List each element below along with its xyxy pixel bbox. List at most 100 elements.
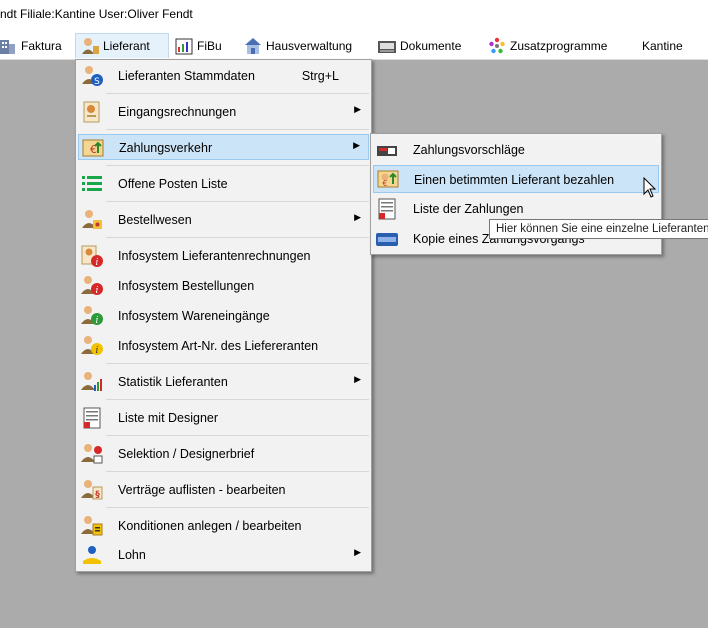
submenu-arrow-icon: ▶ (353, 140, 360, 150)
menu-separator (106, 435, 369, 436)
supplier-master-icon: S (80, 64, 104, 88)
fibu-chart-icon (174, 36, 194, 56)
menu-item-liste-designer[interactable]: Liste mit Designer (78, 405, 369, 431)
submenu-arrow-icon: ▶ (354, 547, 361, 557)
menu-item-infosystem-art-nr[interactable]: i Infosystem Art-Nr. des Liefereranten (78, 333, 369, 359)
wheel-icon (487, 36, 507, 56)
submenu-item-zahlungsvorschlaege[interactable]: Zahlungsvorschläge (373, 137, 659, 163)
menu-fibu[interactable]: FiBu (170, 33, 226, 58)
submenu-item-label: Liste der Zahlungen (413, 202, 524, 216)
menu-item-label: Infosystem Wareneingänge (118, 309, 270, 323)
lieferant-person-icon (80, 36, 100, 56)
menu-item-offene-posten[interactable]: Offene Posten Liste (78, 171, 369, 197)
menu-lieferant-label: Lieferant (103, 39, 150, 53)
order-icon (80, 208, 104, 232)
svg-text:i: i (96, 286, 99, 296)
menu-fibu-label: FiBu (197, 38, 222, 53)
menu-separator (106, 507, 369, 508)
menu-item-label: Lieferanten Stammdaten (118, 69, 255, 83)
faktura-building-icon (0, 36, 18, 56)
menu-item-zahlungsverkehr[interactable]: € Zahlungsverkehr ▶ (78, 134, 369, 160)
menu-item-lohn[interactable]: Lohn ▶ (78, 542, 369, 568)
menu-bar: Faktura Lieferant FiBu Hausverwaltung Do… (0, 30, 708, 60)
menu-separator (106, 471, 369, 472)
payment-list-icon (375, 197, 399, 221)
menu-item-label: Konditionen anlegen / bearbeiten (118, 519, 302, 533)
menu-separator (106, 93, 369, 94)
menu-item-bestellwesen[interactable]: Bestellwesen ▶ (78, 207, 369, 233)
menu-hausverwaltung[interactable]: Hausverwaltung (239, 33, 356, 58)
menu-item-vertraege[interactable]: § Verträge auflisten - bearbeiten (78, 477, 369, 503)
svg-text:S: S (94, 77, 100, 87)
menu-separator (106, 237, 369, 238)
mouse-cursor-icon (643, 176, 657, 199)
menu-item-infosystem-lieferantenrechnungen[interactable]: i Infosystem Lieferantenrechnungen (78, 243, 369, 269)
menu-item-infosystem-wareneingaenge[interactable]: i Infosystem Wareneingänge (78, 303, 369, 329)
wage-icon (80, 543, 104, 567)
contract-icon: § (80, 478, 104, 502)
tooltip: Hier können Sie eine einzelne Lieferante… (489, 219, 708, 239)
menu-item-label: Verträge auflisten - bearbeiten (118, 483, 286, 497)
document-tray-icon (377, 36, 397, 56)
title-text: ndt Filiale:Kantine User:Oliver Fendt (0, 7, 193, 21)
submenu-arrow-icon: ▶ (354, 212, 361, 222)
menu-item-konditionen[interactable]: Konditionen anlegen / bearbeiten (78, 513, 369, 539)
submenu-arrow-icon: ▶ (354, 104, 361, 114)
payment-copy-icon (375, 227, 399, 251)
svg-text:i: i (96, 258, 99, 268)
submenu-item-label: Zahlungsvorschläge (413, 143, 525, 157)
payment-proposal-icon (375, 138, 399, 162)
menu-separator (106, 129, 369, 130)
designer-list-icon (80, 406, 104, 430)
menu-item-label: Infosystem Bestellungen (118, 279, 255, 293)
submenu-arrow-icon: ▶ (354, 374, 361, 384)
menu-item-label: Liste mit Designer (118, 411, 219, 425)
list-icon (80, 172, 104, 196)
menu-item-statistik[interactable]: Statistik Lieferanten ▶ (78, 369, 369, 395)
info-article-icon: i (80, 334, 104, 358)
statistics-icon (80, 370, 104, 394)
info-invoice-icon: i (80, 244, 104, 268)
menu-item-shortcut: Strg+L (301, 69, 339, 83)
menu-faktura[interactable]: Faktura (0, 33, 66, 58)
menu-lieferant[interactable]: Lieferant (75, 33, 169, 58)
menu-item-label: Offene Posten Liste (118, 177, 228, 191)
menu-item-eingangsrechnungen[interactable]: Eingangsrechnungen ▶ (78, 99, 369, 125)
pay-supplier-icon: € (376, 167, 400, 191)
menu-zusatzprogramme-label: Zusatzprogramme (510, 38, 608, 53)
lieferant-menu: S Lieferanten Stammdaten Strg+L Eingangs… (75, 59, 372, 572)
menu-item-lieferanten-stammdaten[interactable]: S Lieferanten Stammdaten Strg+L (78, 63, 369, 89)
menu-item-label: Eingangsrechnungen (118, 105, 237, 119)
menu-item-label: Lohn (118, 548, 146, 562)
menu-separator (106, 363, 369, 364)
menu-kantine-label: Kantine (642, 38, 683, 53)
menu-item-selektion[interactable]: Selektion / Designerbrief (78, 441, 369, 467)
info-orders-icon: i (80, 274, 104, 298)
svg-text:i: i (96, 346, 99, 356)
menu-kantine[interactable]: Kantine (638, 33, 687, 58)
house-icon (243, 36, 263, 56)
menu-item-label: Selektion / Designerbrief (118, 447, 255, 461)
menu-item-label: Zahlungsverkehr (119, 141, 213, 155)
svg-text:€: € (382, 179, 387, 188)
payment-icon: € (81, 136, 105, 160)
menu-hausverwaltung-label: Hausverwaltung (266, 38, 353, 53)
menu-item-label: Infosystem Lieferantenrechnungen (118, 249, 311, 263)
title-bar: ndt Filiale:Kantine User:Oliver Fendt (0, 0, 708, 30)
submenu-item-lieferant-bezahlen[interactable]: € Einen betimmten Lieferant bezahlen (373, 165, 659, 193)
menu-item-label: Infosystem Art-Nr. des Liefereranten (118, 339, 319, 353)
menu-zusatzprogramme[interactable]: Zusatzprogramme (483, 33, 611, 58)
menu-item-label: Bestellwesen (118, 213, 192, 227)
menu-item-infosystem-bestellungen[interactable]: i Infosystem Bestellungen (78, 273, 369, 299)
menu-separator (106, 165, 369, 166)
conditions-icon (80, 514, 104, 538)
svg-text:i: i (96, 316, 99, 326)
selection-icon (80, 442, 104, 466)
menu-item-label: Statistik Lieferanten (118, 375, 228, 389)
menu-dokumente[interactable]: Dokumente (373, 33, 465, 58)
info-goods-icon: i (80, 304, 104, 328)
submenu-item-label: Einen betimmten Lieferant bezahlen (414, 173, 615, 187)
menu-separator (106, 201, 369, 202)
invoice-icon (80, 100, 104, 124)
menu-dokumente-label: Dokumente (400, 38, 462, 53)
